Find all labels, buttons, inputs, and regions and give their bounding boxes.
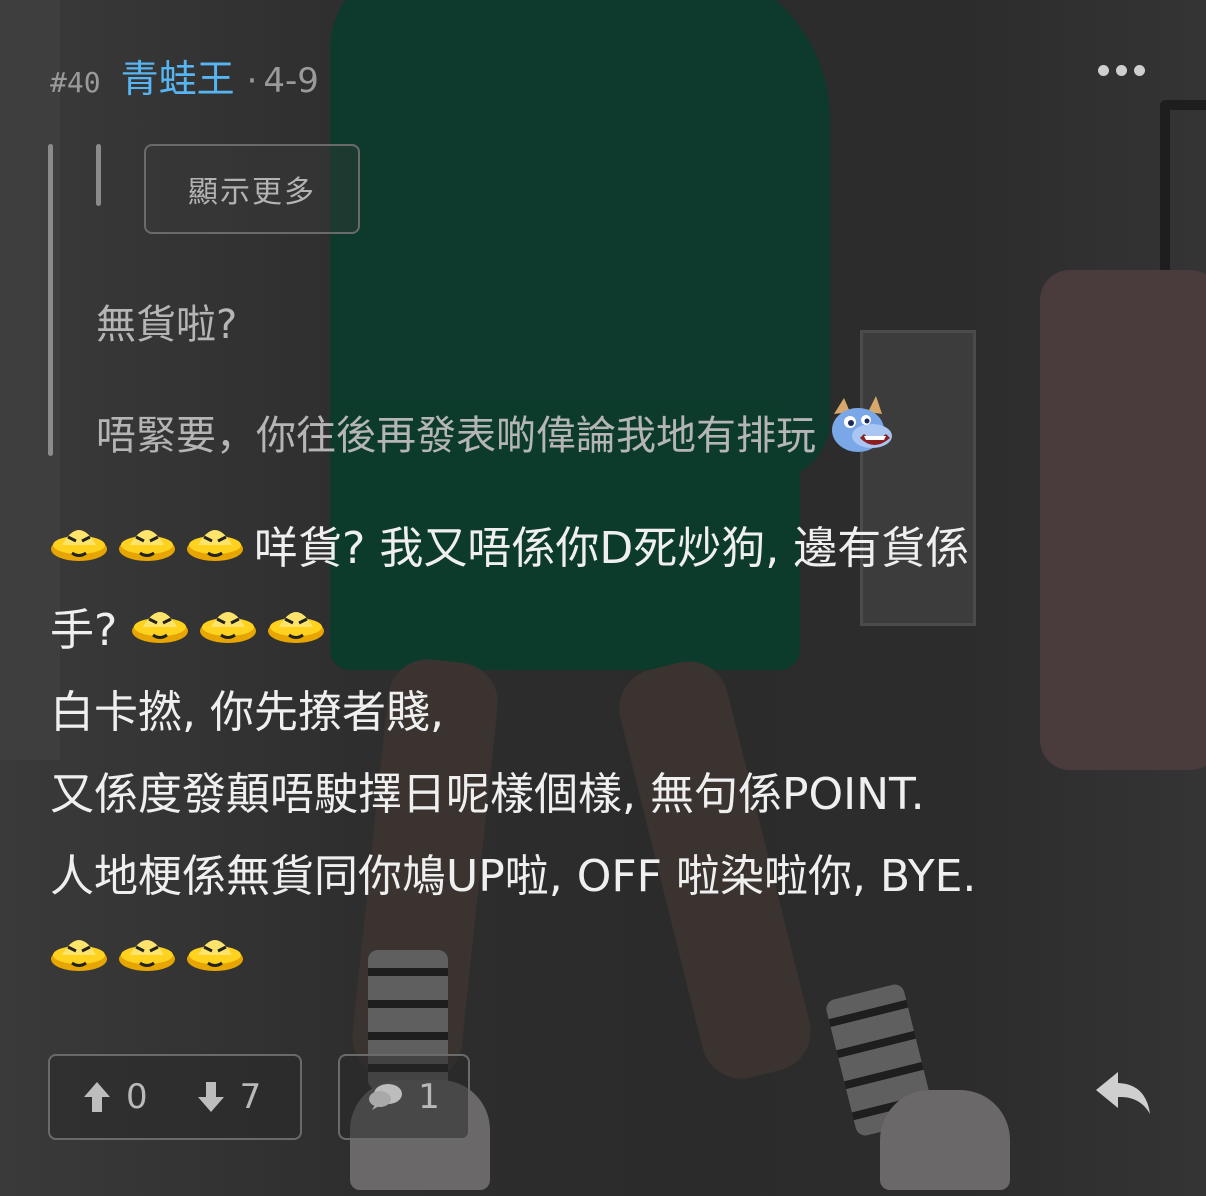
ufo-face-emoticon-icon (50, 920, 108, 1002)
vote-box: 0 7 (48, 1054, 302, 1140)
downvote-button[interactable]: 7 (196, 1077, 262, 1117)
view-replies-button[interactable]: 1 (338, 1054, 470, 1140)
ufo-face-emoticon-icon (267, 592, 325, 674)
quoted-reply: 顯示更多 無貨啦? 唔緊要，你往後再發表啲偉論我地有排玩 (48, 140, 1048, 460)
body-line: 手? (50, 590, 1170, 672)
body-line: 又係度發顛唔駛擇日呢樣個樣, 無句係POINT. (50, 769, 925, 820)
quote-bar (48, 144, 53, 456)
body-text-segment: 咩貨? 我又唔係你D死炒狗, 邊有貨係 (254, 523, 970, 574)
body-line: 白卡撚, 你先撩者賤, (50, 687, 444, 738)
ufo-face-emoticon-icon (199, 592, 257, 674)
ufo-face-emoticon-icon (118, 510, 176, 592)
post-date: 4-9 (263, 61, 319, 101)
post-card: #40 青蛙王 · 4-9 顯示更多 無貨啦? 唔緊要，你往後再發表啲偉論我地有… (0, 0, 1206, 1196)
ufo-face-emoticon-icon (131, 592, 189, 674)
separator-dot: · (246, 61, 258, 101)
reply-arrow-icon[interactable] (1094, 1068, 1154, 1122)
ufo-face-emoticon-icon (186, 510, 244, 592)
post-footer: 0 7 1 (48, 1054, 1158, 1140)
nested-quote-bar (96, 144, 101, 206)
post-floor-number: #40 (50, 66, 101, 99)
ufo-face-emoticon-icon (186, 920, 244, 1002)
post-header: #40 青蛙王 · 4-9 (50, 48, 319, 101)
reply-count: 1 (418, 1077, 440, 1117)
quote-text-line: 唔緊要，你往後再發表啲偉論我地有排玩 (96, 392, 904, 472)
more-options-icon[interactable] (1098, 52, 1148, 88)
username-link[interactable]: 青蛙王 (121, 48, 235, 103)
comment-bubble-icon (369, 1084, 403, 1110)
quote-text-line: 無貨啦? (96, 302, 238, 348)
downvote-count: 7 (239, 1077, 262, 1117)
ufo-face-emoticon-icon (50, 510, 108, 592)
body-text-segment: 手? (50, 605, 118, 656)
body-line: 人地梗係無貨同你鳩UP啦, OFF 啦染啦你, BYE. (50, 851, 977, 902)
body-line: 咩貨? 我又唔係你D死炒狗, 邊有貨係 (50, 508, 1170, 590)
post-body: 咩貨? 我又唔係你D死炒狗, 邊有貨係 手? 白卡撚, 你先撩者賤, 又係度發顛… (50, 508, 1170, 1000)
upvote-button[interactable]: 0 (82, 1077, 148, 1117)
dragon-face-emoticon-icon (824, 392, 894, 472)
arrow-down-icon (197, 1082, 224, 1112)
body-line (50, 918, 1170, 1000)
quote-text: 唔緊要，你往後再發表啲偉論我地有排玩 (96, 413, 816, 459)
show-more-button[interactable]: 顯示更多 (144, 144, 360, 234)
ufo-face-emoticon-icon (118, 920, 176, 1002)
upvote-count: 0 (126, 1077, 148, 1117)
arrow-up-icon (84, 1082, 110, 1112)
